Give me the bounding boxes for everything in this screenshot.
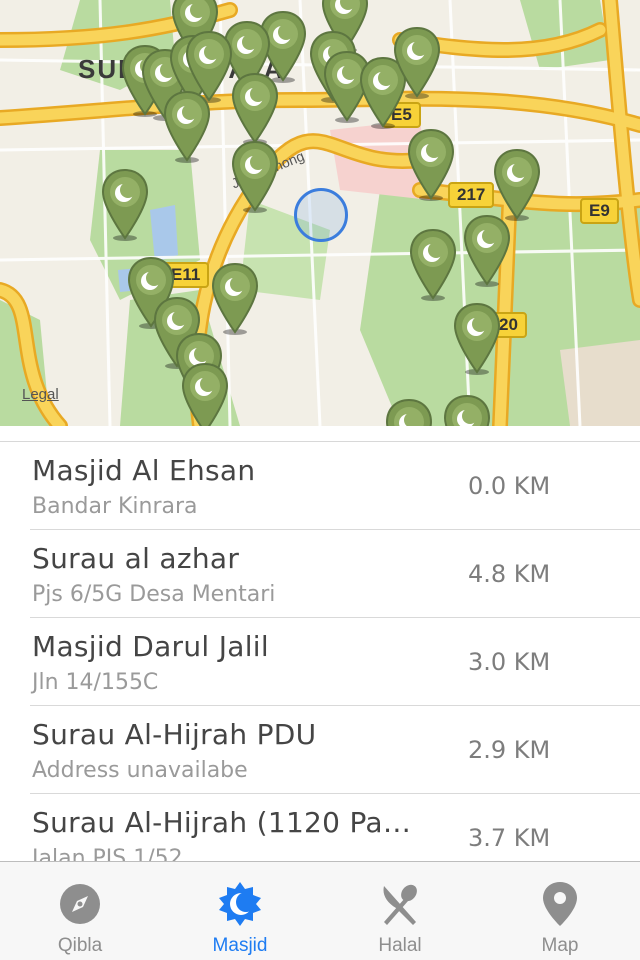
mosque-list[interactable]: Masjid Al Ehsan Bandar Kinrara 0.0 KM Su… (0, 441, 640, 861)
tab-label: Masjid (212, 935, 268, 956)
user-location-indicator (294, 188, 348, 242)
mosque-address: Jln 14/155C (32, 670, 159, 695)
mosque-address: Bandar Kinrara (32, 494, 198, 519)
list-item[interactable]: Surau al azhar Pjs 6/5G Desa Mentari 4.8… (30, 530, 640, 618)
mosque-pin-icon[interactable] (384, 398, 434, 426)
tab-qibla[interactable]: Qibla (0, 862, 160, 960)
list-item[interactable]: Surau Al-Hijrah PDU Address unavailabe 2… (30, 706, 640, 794)
map-pin-icon (536, 880, 584, 928)
map-legal-link[interactable]: Legal (22, 386, 59, 403)
mosque-pin-icon[interactable] (492, 148, 542, 222)
mosque-pin-icon[interactable] (100, 168, 150, 242)
tab-label: Halal (378, 935, 422, 956)
list-item[interactable]: Surau Al-Hijrah (1120 Par... Jalan PJS 1… (30, 794, 640, 861)
mosque-name: Surau Al-Hijrah PDU (32, 718, 317, 751)
mosque-distance: 3.7 KM (468, 824, 551, 852)
mosque-address: Pjs 6/5G Desa Mentari (32, 582, 276, 607)
mosque-name: Surau al azhar (32, 542, 240, 575)
map-view[interactable]: SUBANG JAYA Jln Puchong E5 217 E9 E11 20… (0, 0, 640, 426)
compass-icon (56, 880, 104, 928)
mosque-distance: 3.0 KM (468, 648, 551, 676)
mosque-pin-icon[interactable] (462, 214, 512, 288)
highway-shield-e9: E9 (580, 198, 619, 224)
tab-label: Map (541, 935, 579, 956)
mosque-name: Masjid Al Ehsan (32, 454, 256, 487)
mosque-address: Address unavailabe (32, 758, 248, 783)
mosque-pin-icon[interactable] (230, 72, 280, 146)
mosque-pin-icon[interactable] (162, 90, 212, 164)
mosque-pin-icon[interactable] (442, 394, 492, 426)
spoon-knife-icon (376, 880, 424, 928)
mosque-pin-icon[interactable] (180, 362, 230, 426)
mosque-distance: 2.9 KM (468, 736, 551, 764)
mosque-pin-icon[interactable] (210, 262, 260, 336)
tab-bar: Qibla Masjid Halal Map (0, 861, 640, 960)
crescent-sun-icon (216, 880, 264, 928)
tab-label: Qibla (57, 935, 103, 956)
tab-halal[interactable]: Halal (320, 862, 480, 960)
mosque-distance: 4.8 KM (468, 560, 551, 588)
list-item[interactable]: Masjid Darul Jalil Jln 14/155C 3.0 KM (30, 618, 640, 706)
mosque-name: Surau Al-Hijrah (1120 Par... (32, 806, 412, 839)
mosque-pin-icon[interactable] (406, 128, 456, 202)
tab-masjid[interactable]: Masjid (160, 862, 320, 960)
mosque-pin-icon[interactable] (408, 228, 458, 302)
mosque-pin-icon[interactable] (392, 26, 442, 100)
mosque-pin-icon[interactable] (230, 140, 280, 214)
list-item[interactable]: Masjid Al Ehsan Bandar Kinrara 0.0 KM (30, 442, 640, 530)
mosque-pin-icon[interactable] (452, 302, 502, 376)
tab-map[interactable]: Map (480, 862, 640, 960)
mosque-address: Jalan PJS 1/52 (32, 846, 183, 861)
mosque-distance: 0.0 KM (468, 472, 551, 500)
mosque-name: Masjid Darul Jalil (32, 630, 269, 663)
